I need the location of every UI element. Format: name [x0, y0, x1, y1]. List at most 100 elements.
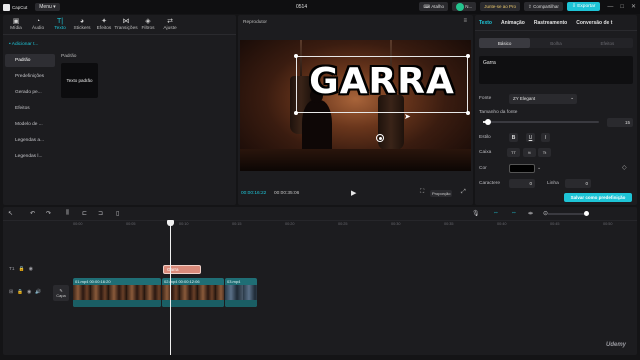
lowercase-button[interactable]: tt: [523, 148, 536, 157]
undo-icon[interactable]: ↶: [30, 210, 35, 217]
overlay-text[interactable]: GARRA: [298, 62, 466, 102]
split-left-icon[interactable]: ⊏: [82, 210, 87, 217]
subtab-bubble[interactable]: Bolha: [530, 38, 581, 48]
time-ruler[interactable]: 00:00 00:05 00:10 00:15 00:20 00:25 00:3…: [73, 222, 633, 230]
video-clip[interactable]: 03.mp4: [225, 278, 257, 307]
bold-button[interactable]: B: [509, 133, 518, 142]
lock-icon[interactable]: 🔒: [17, 290, 23, 295]
tab-animation[interactable]: Animação: [501, 20, 525, 26]
tick-label: 00:15: [232, 222, 242, 226]
tab-adjust[interactable]: ⇄ Ajuste: [159, 15, 181, 34]
floor: [240, 149, 471, 171]
microphone-icon[interactable]: 🎙: [472, 210, 480, 217]
sidebar-item-templates[interactable]: Modelo de ...: [5, 118, 55, 131]
font-size-label: Tamanho da fonte: [479, 110, 518, 115]
line-spacing-input[interactable]: 0: [565, 179, 591, 188]
minimize-button[interactable]: —: [607, 4, 613, 10]
tab-audio[interactable]: ◔ Áudio: [27, 15, 49, 34]
default-text-card[interactable]: Texto padrão: [61, 63, 98, 98]
video-clip[interactable]: 01.mp4 00:00:16:20: [73, 278, 161, 307]
maximize-button[interactable]: □: [620, 4, 624, 10]
clip-audio-strip: [225, 300, 257, 307]
keyframe-icon[interactable]: ◇: [622, 164, 627, 171]
slider-knob[interactable]: [484, 119, 491, 125]
font-size-slider[interactable]: [483, 119, 599, 125]
resize-handle-bl[interactable]: [294, 111, 298, 115]
tab-text-to-speech[interactable]: Conversão de t: [576, 20, 612, 26]
text-content-input[interactable]: Garra: [479, 56, 633, 84]
tab-transitions[interactable]: ⋈ Transições: [114, 15, 137, 34]
fullscreen-icon[interactable]: ⤢: [461, 189, 466, 196]
resize-handle-tl[interactable]: [294, 54, 298, 58]
chevron-down-icon[interactable]: ⌄: [537, 165, 541, 171]
delete-icon[interactable]: ▯: [116, 210, 119, 217]
underline-button[interactable]: U: [526, 133, 535, 142]
eye-icon[interactable]: ◉: [29, 267, 33, 272]
resize-handle-tr[interactable]: [466, 54, 470, 58]
audio-icon[interactable]: 🔊: [35, 290, 41, 295]
eye-icon[interactable]: ◉: [27, 290, 31, 295]
tab-effects[interactable]: ✦ Efeitos: [93, 15, 115, 34]
section-title: Padrão: [61, 54, 77, 59]
resize-handle-br[interactable]: [466, 111, 470, 115]
zoom-slider[interactable]: [548, 211, 589, 216]
close-button[interactable]: ✕: [631, 3, 636, 10]
shortcuts-button[interactable]: ⌨ Atalho: [419, 2, 448, 11]
font-size-input[interactable]: 15: [607, 118, 633, 127]
ratio-button[interactable]: Proporção: [430, 190, 453, 197]
sidebar-item-presets[interactable]: Predefinições: [5, 70, 55, 83]
video-track-controls: ⊞ 🔒 ◉ 🔊: [9, 290, 41, 295]
text-clip[interactable]: Garra: [163, 265, 201, 274]
video-preview[interactable]: GARRA ➤: [240, 40, 471, 171]
select-tool-icon[interactable]: ↖: [8, 210, 13, 217]
tick-label: 00:25: [338, 222, 348, 226]
magnet-icon[interactable]: ⇔: [511, 210, 517, 216]
sidebar-item-effects[interactable]: Efeitos: [5, 102, 55, 115]
playhead[interactable]: [170, 222, 171, 355]
style-label: Estilo: [479, 135, 491, 140]
tab-stickers[interactable]: ◕ Stickers: [71, 15, 93, 34]
titlecase-button[interactable]: Tt: [538, 148, 551, 157]
color-picker[interactable]: [509, 164, 535, 173]
effects-icon: ✦: [101, 18, 107, 25]
sidebar-item-generated[interactable]: Gerado pe...: [5, 86, 55, 99]
zoom-knob[interactable]: [584, 211, 589, 216]
lock-icon[interactable]: 🔒: [19, 267, 25, 272]
tab-filters[interactable]: ◈ Filtros: [137, 15, 159, 34]
share-button[interactable]: ⇪ Compartilhar: [524, 2, 563, 11]
tab-text[interactable]: T| Texto: [49, 15, 71, 34]
tab-media[interactable]: ▣ Mídia: [5, 15, 27, 34]
properties-panel: Texto Animação Rastreamento Conversão de…: [475, 15, 637, 205]
case-label: Caixa: [479, 150, 492, 155]
link-icon[interactable]: ⇔: [493, 210, 499, 216]
subtab-effects[interactable]: Efeitos: [582, 38, 633, 48]
snap-icon[interactable]: ⇹: [528, 210, 533, 217]
fit-screen-icon[interactable]: ⛶: [420, 189, 424, 196]
font-select[interactable]: ZY Elegant ⌄: [509, 94, 577, 104]
video-clip[interactable]: 02.mp4 00:00:12:06: [162, 278, 224, 307]
menu-button[interactable]: Menu ▾: [35, 3, 60, 11]
export-button[interactable]: ⇩ Exportar: [566, 2, 601, 11]
sidebar-item-auto-captions[interactable]: Legendas a...: [5, 134, 55, 147]
char-spacing-input[interactable]: 0: [509, 179, 535, 188]
text-track-icon: T1: [9, 267, 15, 272]
clip-thumbnails: [73, 285, 161, 300]
user-account-button[interactable]: N...: [451, 2, 477, 11]
sidebar-item-add-text[interactable]: • Adicionar t...: [5, 38, 55, 51]
play-button[interactable]: ▶: [351, 189, 356, 197]
tab-tracking[interactable]: Rastreamento: [534, 20, 567, 26]
cover-button[interactable]: ✎ Capa: [53, 285, 69, 301]
uppercase-button[interactable]: TT: [507, 148, 520, 157]
save-preset-button[interactable]: Salvar como predefinição: [564, 193, 632, 202]
join-pro-button[interactable]: Junte-se ao Pro: [480, 2, 521, 11]
sidebar-item-lyrics[interactable]: Legendas l...: [5, 150, 55, 163]
italic-button[interactable]: I: [541, 133, 550, 142]
player-menu-icon[interactable]: ≡: [463, 18, 467, 24]
subtab-basic[interactable]: Básico: [479, 38, 531, 48]
split-right-icon[interactable]: ⊐: [98, 210, 103, 217]
tab-text-props[interactable]: Texto: [479, 20, 492, 26]
redo-icon[interactable]: ↷: [46, 210, 51, 217]
split-icon[interactable]: ⫼: [66, 210, 69, 217]
rotate-handle-icon[interactable]: [376, 134, 384, 142]
sidebar-item-default[interactable]: Padrão: [5, 54, 55, 67]
